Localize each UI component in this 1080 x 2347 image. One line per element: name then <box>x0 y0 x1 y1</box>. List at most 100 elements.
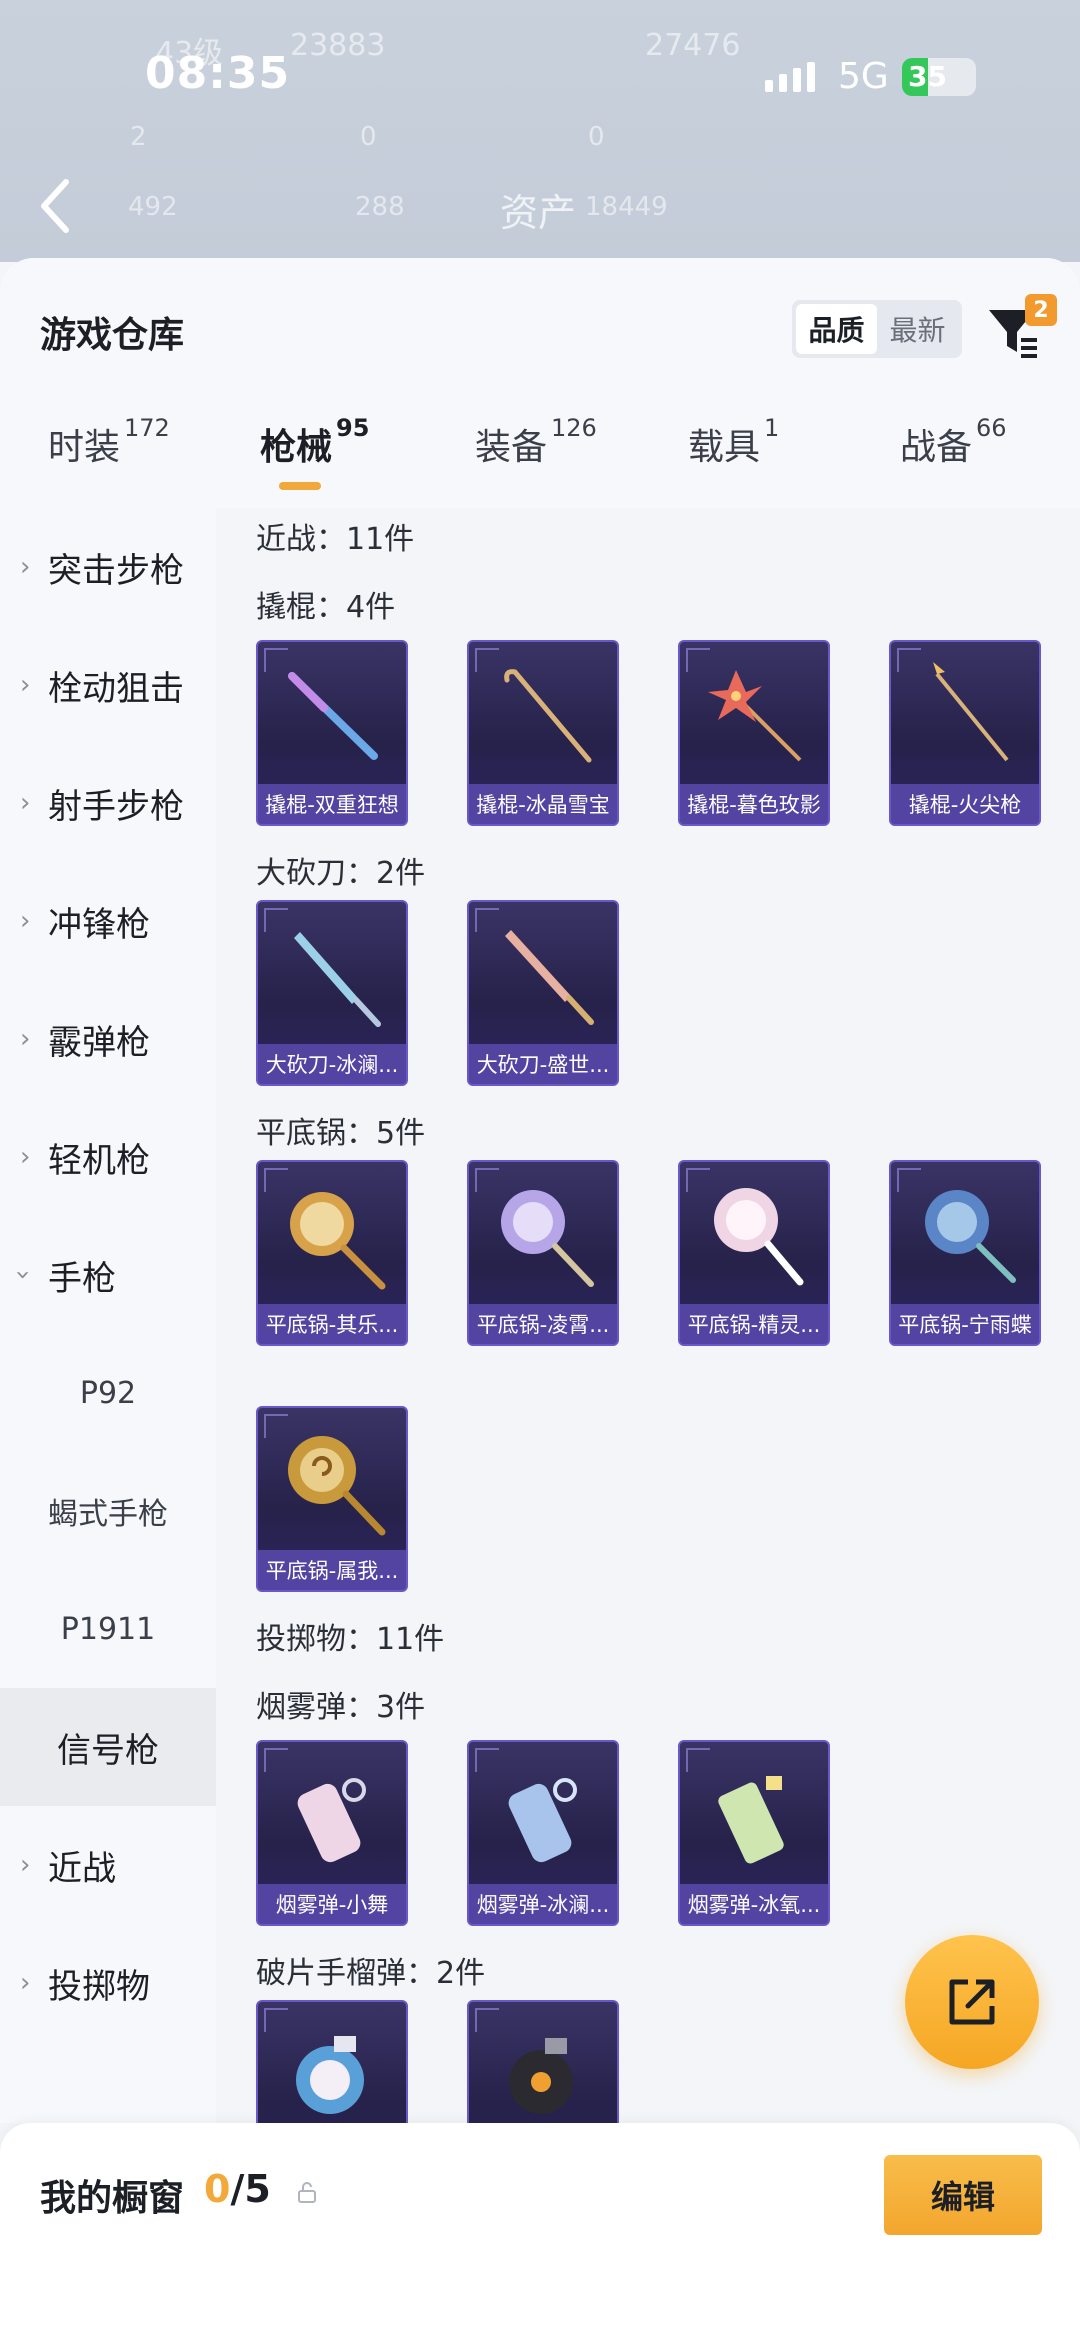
tab-count: 1 <box>764 414 780 442</box>
battery-icon: 35 <box>902 58 976 96</box>
item-name: 撬棍-火尖枪 <box>891 784 1039 824</box>
frag-grenade-icon <box>509 2038 573 2114</box>
item-card[interactable]: 撬棍-火尖枪 <box>889 640 1041 826</box>
tab-count: 66 <box>976 414 1007 442</box>
chevron-right-icon: › <box>20 1024 31 1054</box>
item-grid: 近战：11件 撬棍：4件 撬棍-双重狂想 撬棍-冰晶雪宝 撬棍-暮色玫影 撬棍-… <box>216 508 1080 2123</box>
battery-level: 35 <box>908 60 947 93</box>
smoke-grenade-icon <box>508 1778 577 1863</box>
pan-icon <box>288 1436 386 1536</box>
category-tabs: 时装 172 枪械 95 装备 126 载具 1 战备 66 <box>0 414 1080 508</box>
active-tab-indicator <box>279 482 321 490</box>
sidebar-subitem-p1911[interactable]: P1911 <box>0 1570 216 1688</box>
chevron-down-icon: › <box>8 1269 39 1281</box>
tab-label: 载具 <box>688 427 761 468</box>
item-name: 平底锅-凌霄... <box>469 1304 617 1344</box>
showcase-bar: 我的橱窗 0/5 编辑 <box>0 2123 1080 2347</box>
sort-newest-button[interactable]: 最新 <box>877 304 958 354</box>
item-card[interactable]: 平底锅-宁雨蝶 <box>889 1160 1041 1346</box>
sidebar-item-label: 突击步枪 <box>48 550 184 591</box>
item-card[interactable]: 大砍刀-盛世... <box>467 900 619 1086</box>
item-card[interactable]: 平底锅-其乐... <box>256 1160 408 1346</box>
sidebar-item-label: 射手步枪 <box>48 786 184 827</box>
item-card[interactable]: 平底锅-凌霄... <box>467 1160 619 1346</box>
tab-gear[interactable]: 战备 66 <box>900 414 1007 470</box>
tab-equipment[interactable]: 装备 126 <box>475 414 597 470</box>
sidebar-item-melee[interactable]: › 近战 <box>0 1806 216 1924</box>
sidebar-item-label: 栓动狙击 <box>48 668 184 709</box>
sidebar-subitem-skorpion[interactable]: 蝎式手枪 <box>0 1452 216 1570</box>
asset-label: 资产 <box>500 191 577 235</box>
machete-icon <box>505 930 594 1025</box>
tab-count: 172 <box>124 414 170 442</box>
sidebar-item-label: 霰弹枪 <box>48 1022 150 1063</box>
section-header-melee: 近战：11件 <box>256 522 415 557</box>
item-card[interactable]: 大砍刀-冰澜... <box>256 900 408 1086</box>
sort-toggle: 品质 最新 <box>792 300 962 358</box>
sidebar-item-bolt-sniper[interactable]: › 栓动狙击 <box>0 626 216 744</box>
tab-label: 时装 <box>48 427 121 468</box>
crowbar-icon <box>288 672 378 760</box>
chevron-right-icon: › <box>20 1142 31 1172</box>
item-name: 撬棍-冰晶雪宝 <box>469 784 617 824</box>
item-card[interactable] <box>256 2000 408 2123</box>
item-name: 撬棍-暮色玫影 <box>680 784 828 824</box>
sidebar-subitem-p92[interactable]: P92 <box>0 1334 216 1452</box>
pan-icon <box>925 1190 1016 1283</box>
asset-left: 492 <box>128 192 178 222</box>
tab-label: 战备 <box>900 427 973 468</box>
tab-count: 95 <box>336 414 370 442</box>
sidebar-item-shotgun[interactable]: › 霰弹枪 <box>0 980 216 1098</box>
item-card[interactable]: 撬棍-暮色玫影 <box>678 640 830 826</box>
section-header-frag: 破片手榴弹：2件 <box>256 1956 486 1991</box>
sidebar-item-label: 近战 <box>48 1848 116 1889</box>
back-arrow-icon[interactable] <box>36 176 76 236</box>
item-card[interactable] <box>467 2000 619 2123</box>
stat-a: 2 <box>130 122 147 152</box>
share-icon <box>949 1979 995 2025</box>
pan-icon <box>714 1188 804 1286</box>
item-name: 烟雾弹-冰氧... <box>680 1884 828 1924</box>
share-fab-button[interactable] <box>905 1935 1039 2069</box>
sort-quality-button[interactable]: 品质 <box>796 304 877 354</box>
item-card[interactable]: 撬棍-冰晶雪宝 <box>467 640 619 826</box>
chevron-right-icon: › <box>20 552 31 582</box>
item-card[interactable]: 烟雾弹-小舞 <box>256 1740 408 1926</box>
item-name: 平底锅-其乐... <box>258 1304 406 1344</box>
stat-b: 0 <box>360 122 377 152</box>
edit-button[interactable]: 编辑 <box>884 2155 1042 2235</box>
sidebar-item-smg[interactable]: › 冲锋枪 <box>0 862 216 980</box>
item-name: 大砍刀-盛世... <box>469 1044 617 1084</box>
sidebar-item-lmg[interactable]: › 轻机枪 <box>0 1098 216 1216</box>
category-sidebar: › 突击步枪 › 栓动狙击 › 射手步枪 › 冲锋枪 › 霰弹枪 › 轻机枪 › 手枪 P92… <box>0 508 216 2123</box>
item-name: 烟雾弹-小舞 <box>258 1884 406 1924</box>
lock-icon <box>298 2182 316 2203</box>
sidebar-item-assault-rifle[interactable]: › 突击步枪 <box>0 508 216 626</box>
item-name: 烟雾弹-冰澜... <box>469 1884 617 1924</box>
chevron-right-icon: › <box>20 788 31 818</box>
stat-c: 0 <box>588 122 605 152</box>
sidebar-item-label: 手枪 <box>48 1258 116 1299</box>
item-card[interactable]: 平底锅-属我... <box>256 1406 408 1592</box>
sidebar-subitem-flare-gun[interactable]: 信号枪 <box>0 1688 216 1806</box>
section-header-crowbar: 撬棍：4件 <box>256 590 396 625</box>
smoke-grenade-icon <box>718 1776 784 1864</box>
network-type: 5G <box>838 56 889 97</box>
sidebar-item-label: 蝎式手枪 <box>48 1497 168 1532</box>
item-card[interactable]: 烟雾弹-冰澜... <box>467 1740 619 1926</box>
tab-vehicles[interactable]: 载具 1 <box>688 414 779 470</box>
sidebar-item-pistol[interactable]: › 手枪 <box>0 1216 216 1334</box>
item-card[interactable]: 烟雾弹-冰氧... <box>678 1740 830 1926</box>
frag-grenade-icon <box>296 2036 364 2114</box>
sidebar-item-dmr[interactable]: › 射手步枪 <box>0 744 216 862</box>
item-card[interactable]: 撬棍-双重狂想 <box>256 640 408 826</box>
sidebar-item-throwables[interactable]: › 投掷物 <box>0 1924 216 2042</box>
smoke-grenade-icon <box>297 1778 366 1863</box>
section-header-machete: 大砍刀：2件 <box>256 856 426 891</box>
asset-value: 18449 <box>585 192 668 222</box>
showcase-current: 0 <box>204 2167 231 2211</box>
filter-button[interactable]: 2 <box>985 294 1057 360</box>
item-card[interactable]: 平底锅-精灵... <box>678 1160 830 1346</box>
tab-firearms[interactable]: 枪械 95 <box>260 414 369 470</box>
tab-fashion[interactable]: 时装 172 <box>48 414 170 470</box>
